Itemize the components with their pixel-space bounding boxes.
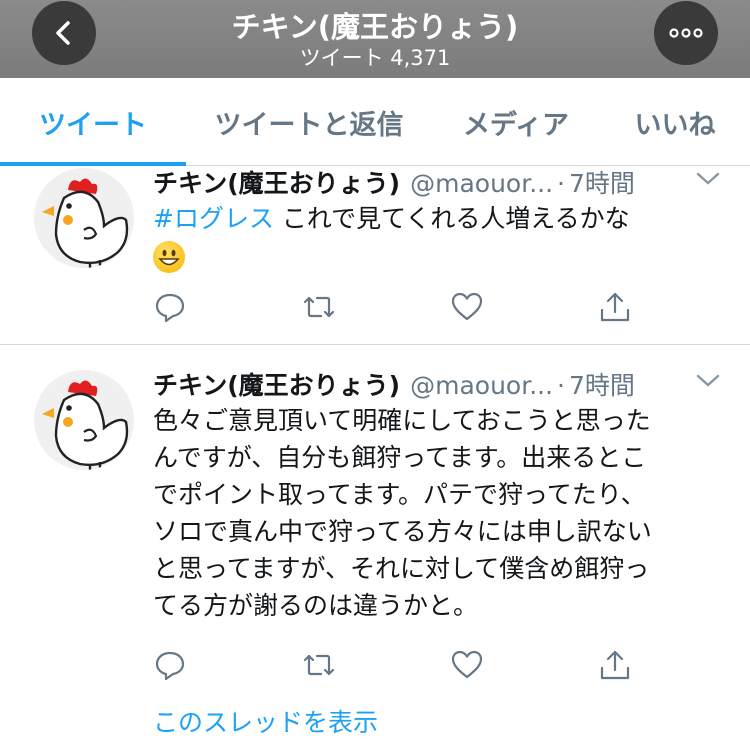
- tweet-text-line: んですが、自分も餌狩ってます。出来るとこ: [153, 443, 647, 472]
- tweet[interactable]: チキン(魔王おりょう) @maouor... · 7時間 色々ご意見頂いて明確に…: [0, 0, 750, 750]
- avatar[interactable]: [34, 370, 134, 470]
- retweet-icon[interactable]: [302, 648, 336, 682]
- tweet-actions: [153, 648, 653, 684]
- chevron-down-icon[interactable]: [695, 372, 721, 390]
- tweet-text-line: でポイント取ってます。パテで狩ってたり、: [153, 480, 646, 509]
- tweet-header: チキン(魔王おりょう) @maouor... · 7時間: [153, 366, 635, 402]
- tweet-text-line: と思ってますが、それに対して僕含め餌狩っ: [153, 554, 650, 583]
- author-name[interactable]: チキン(魔王おりょう): [153, 366, 400, 402]
- reply-icon[interactable]: [153, 648, 187, 682]
- tweet-timestamp[interactable]: 7時間: [569, 366, 635, 402]
- tweet-text: 色々ご意見頂いて明確にしておこうと思った んですが、自分も餌狩ってます。出来ると…: [153, 402, 733, 624]
- chicken-avatar-icon: [42, 380, 129, 470]
- author-handle[interactable]: @maouor...: [410, 371, 553, 400]
- tweet-text-line: 色々ご意見頂いて明確にしておこうと思った: [153, 406, 651, 435]
- like-heart-icon[interactable]: [450, 648, 484, 682]
- show-thread-link[interactable]: このスレッドを表示: [153, 703, 378, 739]
- tweet-text-line: ソロで真ん中で狩ってる方々には申し訳ない: [153, 517, 652, 546]
- share-icon[interactable]: [598, 648, 632, 682]
- separator-dot: ·: [557, 371, 565, 400]
- tweet-text-line: てる方が謝るのは違うかと。: [153, 591, 479, 620]
